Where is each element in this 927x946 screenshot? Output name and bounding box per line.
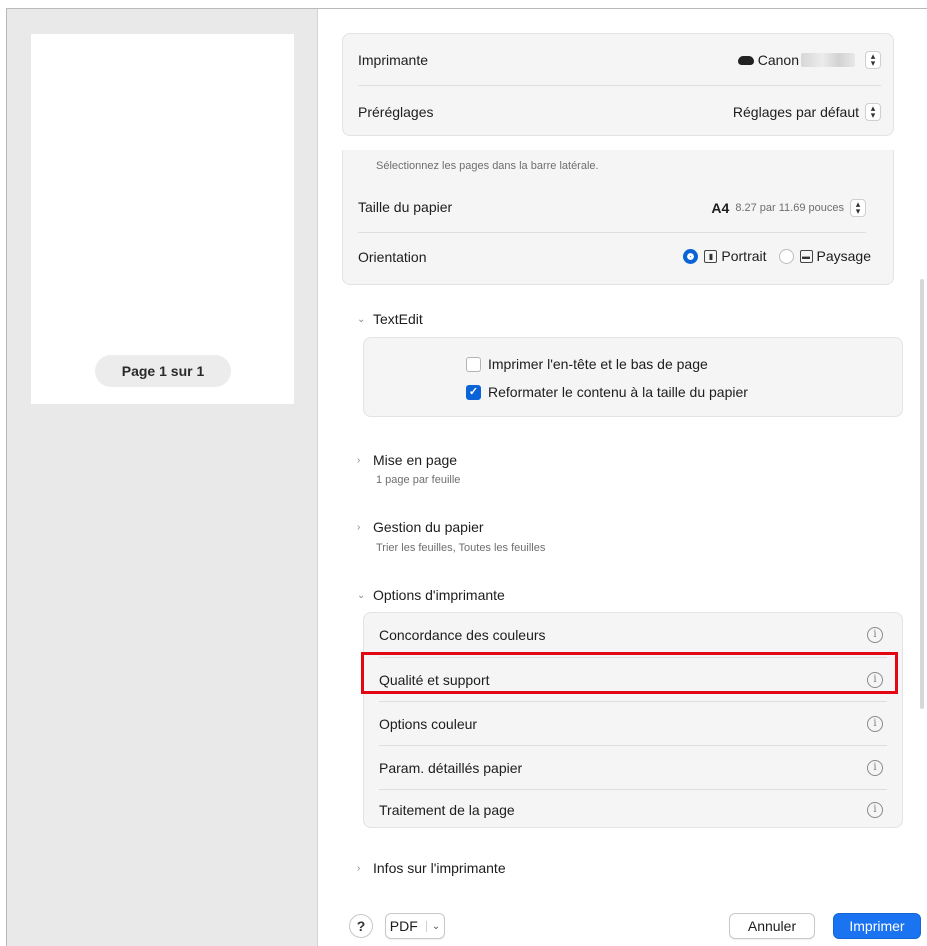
landscape-label: Paysage xyxy=(816,248,871,264)
pdf-menu-button[interactable]: PDF ⌄ xyxy=(385,913,445,939)
printer-info-title: Infos sur l'imprimante xyxy=(373,860,506,876)
layout-section-toggle[interactable]: › Mise en page xyxy=(357,452,457,468)
color-options-label: Options couleur xyxy=(379,715,478,732)
print-dialog: Page 1 sur 1 Imprimante Canon ▴ ▾ Prérégl… xyxy=(6,8,927,946)
rewrap-label: Reformater le contenu à la taille du pap… xyxy=(488,384,748,400)
paper-size-detail: 8.27 par 11.69 pouces xyxy=(735,202,844,214)
info-icon[interactable]: i xyxy=(867,627,883,643)
landscape-icon: ▬ xyxy=(799,249,813,263)
portrait-icon: ▮ xyxy=(704,249,718,263)
header-footer-option[interactable]: Imprimer l'en-tête et le bas de page xyxy=(466,356,708,372)
printer-model-redacted xyxy=(801,53,855,67)
settings-pane: Imprimante Canon ▴ ▾ Préréglages Réglages… xyxy=(319,9,927,946)
chevron-down-icon: ⌄ xyxy=(357,313,366,325)
pdf-label: PDF xyxy=(389,918,418,934)
page-settings-card: Sélectionnez les pages dans la barre lat… xyxy=(342,150,894,285)
header-footer-label: Imprimer l'en-tête et le bas de page xyxy=(488,356,708,372)
printer-options-card: Concordance des couleurs i Qualité et su… xyxy=(363,612,903,828)
pages-hint: Sélectionnez les pages dans la barre lat… xyxy=(376,160,599,172)
layout-title: Mise en page xyxy=(373,452,458,468)
layout-subtitle: 1 page par feuille xyxy=(376,474,461,486)
chevron-right-icon: › xyxy=(357,454,361,466)
orientation-options: ▮ Portrait ▬ Paysage xyxy=(683,248,871,264)
textedit-title: TextEdit xyxy=(373,311,423,327)
presets-select[interactable]: Réglages par défaut ▴ ▾ xyxy=(733,103,881,121)
updown-icon: ▴ ▾ xyxy=(850,199,866,217)
info-icon[interactable]: i xyxy=(867,801,883,818)
chevron-right-icon: › xyxy=(357,521,361,533)
printer-select[interactable]: Canon ▴ ▾ xyxy=(737,51,881,69)
paper-handling-section-toggle[interactable]: › Gestion du papier xyxy=(357,519,484,535)
printer-option-item[interactable]: Concordance des couleurs i xyxy=(364,613,902,657)
printer-options-title: Options d'imprimante xyxy=(373,587,505,603)
landscape-radio[interactable] xyxy=(778,248,794,264)
printer-icon xyxy=(737,55,754,65)
paper-size-label: Taille du papier xyxy=(358,199,453,215)
printer-option-item[interactable]: Traitement de la page i xyxy=(364,790,902,829)
printer-info-section-toggle[interactable]: › Infos sur l'imprimante xyxy=(357,860,506,876)
rewrap-checkbox[interactable]: ✓ xyxy=(466,384,481,400)
paper-size-select[interactable]: A4 8.27 par 11.69 pouces ▴ ▾ xyxy=(711,199,866,217)
page-indicator: Page 1 sur 1 xyxy=(95,355,231,387)
chevron-down-icon: ⌄ xyxy=(425,920,440,932)
preview-pane: Page 1 sur 1 xyxy=(7,9,318,946)
updown-icon: ▴ ▾ xyxy=(865,51,881,69)
textedit-card: Imprimer l'en-tête et le bas de page ✓ R… xyxy=(363,337,903,417)
paper-handling-title: Gestion du papier xyxy=(373,519,484,535)
printer-option-item[interactable]: Options couleur i xyxy=(364,702,902,745)
printer-options-section-toggle[interactable]: ⌄ Options d'imprimante xyxy=(357,587,505,603)
page-preview: Page 1 sur 1 xyxy=(31,34,294,404)
orientation-label: Orientation xyxy=(358,249,427,265)
header-footer-checkbox[interactable] xyxy=(466,356,481,372)
help-button[interactable]: ? xyxy=(349,914,373,938)
paper-handling-subtitle: Trier les feuilles, Toutes les feuilles xyxy=(376,542,546,554)
portrait-label: Portrait xyxy=(721,248,767,264)
updown-icon: ▴ ▾ xyxy=(865,103,881,121)
printer-name: Canon xyxy=(757,52,799,68)
highlight-box xyxy=(361,652,898,694)
page-processing-label: Traitement de la page xyxy=(379,801,515,818)
scrollbar[interactable] xyxy=(920,279,924,709)
presets-value: Réglages par défaut xyxy=(732,104,859,120)
chevron-down-icon: ⌄ xyxy=(357,589,366,601)
paper-detail-settings-label: Param. détaillés papier xyxy=(379,759,523,776)
color-matching-label: Concordance des couleurs xyxy=(379,627,546,643)
paper-size-value: A4 xyxy=(711,200,730,216)
presets-label: Préréglages xyxy=(358,103,434,120)
chevron-right-icon: › xyxy=(357,862,361,874)
info-icon[interactable]: i xyxy=(867,759,883,776)
textedit-section-toggle[interactable]: ⌄ TextEdit xyxy=(357,311,423,327)
info-icon[interactable]: i xyxy=(867,715,883,732)
printer-label: Imprimante xyxy=(358,51,429,68)
portrait-radio[interactable] xyxy=(683,248,699,264)
rewrap-option[interactable]: ✓ Reformater le contenu à la taille du p… xyxy=(466,384,748,400)
cancel-button[interactable]: Annuler xyxy=(729,913,815,939)
print-button[interactable]: Imprimer xyxy=(833,913,921,939)
printer-presets-card: Imprimante Canon ▴ ▾ Préréglages Réglages… xyxy=(342,33,894,136)
printer-option-item[interactable]: Param. détaillés papier i xyxy=(364,746,902,789)
